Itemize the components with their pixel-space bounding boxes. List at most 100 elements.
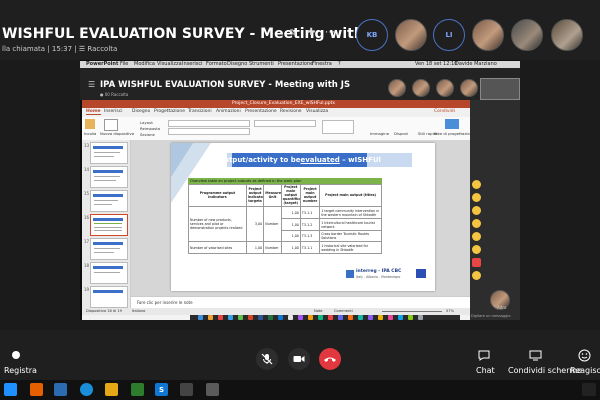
ribbon-tab[interactable]: Presentazione — [245, 109, 277, 114]
dock-app-icon[interactable] — [338, 315, 343, 320]
slide-thumbnail[interactable]: 18 — [84, 262, 128, 284]
zoom-slider[interactable] — [382, 311, 442, 312]
font-selector[interactable] — [168, 120, 250, 127]
ribbon-tab[interactable]: Transizioni — [188, 109, 212, 114]
new-slide-icon[interactable] — [104, 119, 118, 131]
slide-thumbnail[interactable]: 19 — [84, 286, 128, 308]
format-controls[interactable] — [168, 128, 250, 135]
dock-app-icon[interactable] — [298, 315, 303, 320]
ribbon-tab[interactable]: Visualizza — [306, 109, 328, 114]
chat-hint[interactable]: Digitare un messaggio — [471, 314, 510, 318]
ribbon-tab[interactable]: Animazioni — [216, 109, 241, 114]
hang-up-button[interactable] — [319, 348, 341, 370]
file-explorer-icon[interactable] — [105, 383, 118, 396]
emoji-reaction-icon[interactable] — [472, 180, 481, 189]
dock-app-icon[interactable] — [218, 315, 223, 320]
slide-thumbnail[interactable]: 14 — [84, 166, 128, 188]
reset-button[interactable]: Reimposta — [140, 126, 160, 131]
app-icon[interactable] — [131, 383, 144, 396]
dock-app-icon[interactable] — [238, 315, 243, 320]
participant-avatar-li[interactable]: LI — [433, 19, 465, 51]
paste-label[interactable]: Incolla — [84, 131, 96, 136]
slide-banner-title: Output/activity to be evaluated – wISHFU… — [218, 153, 381, 167]
react-emoji-icon[interactable] — [578, 349, 591, 362]
add-participant-icon[interactable]: ✚ — [307, 27, 315, 38]
app-icon[interactable] — [206, 383, 219, 396]
more-options-icon[interactable]: ⋯ — [325, 27, 335, 38]
record-icon[interactable] — [12, 351, 20, 359]
notes-toggle[interactable]: Note — [314, 309, 323, 313]
comments-toggle[interactable]: Commenti — [334, 309, 353, 313]
app-icon[interactable] — [180, 383, 193, 396]
dock-app-icon[interactable] — [228, 315, 233, 320]
reaction-column — [472, 180, 484, 300]
dock-powerpoint-icon[interactable] — [248, 315, 253, 320]
react-label[interactable]: Reagisci — [570, 366, 600, 375]
dock-app-icon[interactable] — [358, 315, 363, 320]
paste-icon[interactable] — [85, 119, 95, 129]
dock-excel-icon[interactable] — [268, 315, 273, 320]
dock-app-icon[interactable] — [288, 315, 293, 320]
heart-reaction-icon[interactable] — [472, 258, 481, 267]
participant-avatar-photo[interactable] — [551, 19, 583, 51]
dock-app-icon[interactable] — [308, 315, 313, 320]
emoji-reaction-icon[interactable] — [472, 245, 481, 254]
more-label[interactable]: Altro — [497, 305, 506, 310]
section-button[interactable]: Sezione — [140, 132, 155, 137]
dock-app-icon[interactable] — [388, 315, 393, 320]
dock-app-icon[interactable] — [328, 315, 333, 320]
dock-app-icon[interactable] — [378, 315, 383, 320]
mute-microphone-button[interactable] — [256, 348, 278, 370]
participant-avatar-photo[interactable] — [395, 19, 427, 51]
dock-trash-icon[interactable] — [418, 315, 423, 320]
emoji-reaction-icon[interactable] — [472, 193, 481, 202]
ribbon-tab[interactable]: Revisione — [280, 109, 302, 114]
firefox-icon[interactable] — [30, 383, 43, 396]
system-tray-icon[interactable] — [582, 383, 596, 396]
emoji-reaction-icon[interactable] — [472, 271, 481, 280]
dock-app-icon[interactable] — [408, 315, 413, 320]
designer-icon[interactable] — [445, 119, 459, 129]
hamburger-icon: ☰ — [88, 80, 96, 89]
emoji-reaction-icon[interactable] — [472, 232, 481, 241]
edge-icon[interactable] — [80, 383, 93, 396]
edit-pencil-icon[interactable]: ✎ — [289, 28, 297, 39]
slide-thumbnail[interactable]: 17 — [84, 238, 128, 260]
image-button[interactable]: Immagine — [370, 131, 389, 136]
dock-app-icon[interactable] — [208, 315, 213, 320]
new-slide-label[interactable]: Nuova diapositiva — [100, 131, 134, 136]
paragraph-controls[interactable] — [254, 120, 316, 127]
ribbon-tab[interactable]: Home — [86, 109, 101, 115]
share-link[interactable]: Condividi — [434, 109, 455, 114]
dock-word-icon[interactable] — [258, 315, 263, 320]
ribbon-tab[interactable]: Disegno — [132, 109, 150, 114]
video-button[interactable] — [288, 348, 310, 370]
window-switcher-icon[interactable] — [54, 383, 67, 396]
dock-finder-icon[interactable] — [198, 315, 203, 320]
record-label[interactable]: Registra — [4, 366, 37, 375]
windows-start-icon[interactable] — [4, 383, 17, 396]
chat-label[interactable]: Chat — [476, 366, 495, 375]
dock-app-icon[interactable] — [368, 315, 373, 320]
participant-avatar-kb[interactable]: KB — [356, 19, 388, 51]
layout-button[interactable]: Layout — [140, 120, 153, 125]
slide-thumbnail[interactable]: 13 — [84, 142, 128, 164]
participant-avatar-photo[interactable] — [472, 19, 504, 51]
emoji-reaction-icon[interactable] — [472, 219, 481, 228]
ribbon-tab[interactable]: Inserisci — [104, 109, 122, 114]
participant-avatar-photo[interactable] — [511, 19, 543, 51]
ribbon-tab[interactable]: Progettazione — [154, 109, 185, 114]
chat-icon[interactable] — [478, 350, 490, 361]
designer-button[interactable]: Idee di progettazione — [434, 131, 474, 136]
dock-skype-icon[interactable] — [278, 315, 283, 320]
arrange-button[interactable]: Disponi — [394, 131, 408, 136]
skype-taskbar-icon[interactable]: S — [155, 383, 168, 396]
dock-app-icon[interactable] — [318, 315, 323, 320]
emoji-reaction-icon[interactable] — [472, 206, 481, 215]
dock-app-icon[interactable] — [398, 315, 403, 320]
shapes-gallery[interactable] — [322, 120, 354, 134]
slide-thumbnail[interactable]: 15 — [84, 190, 128, 212]
dock-app-icon[interactable] — [348, 315, 353, 320]
share-screen-icon[interactable] — [529, 350, 542, 361]
slide-thumbnail-selected[interactable]: 16 — [84, 214, 128, 236]
